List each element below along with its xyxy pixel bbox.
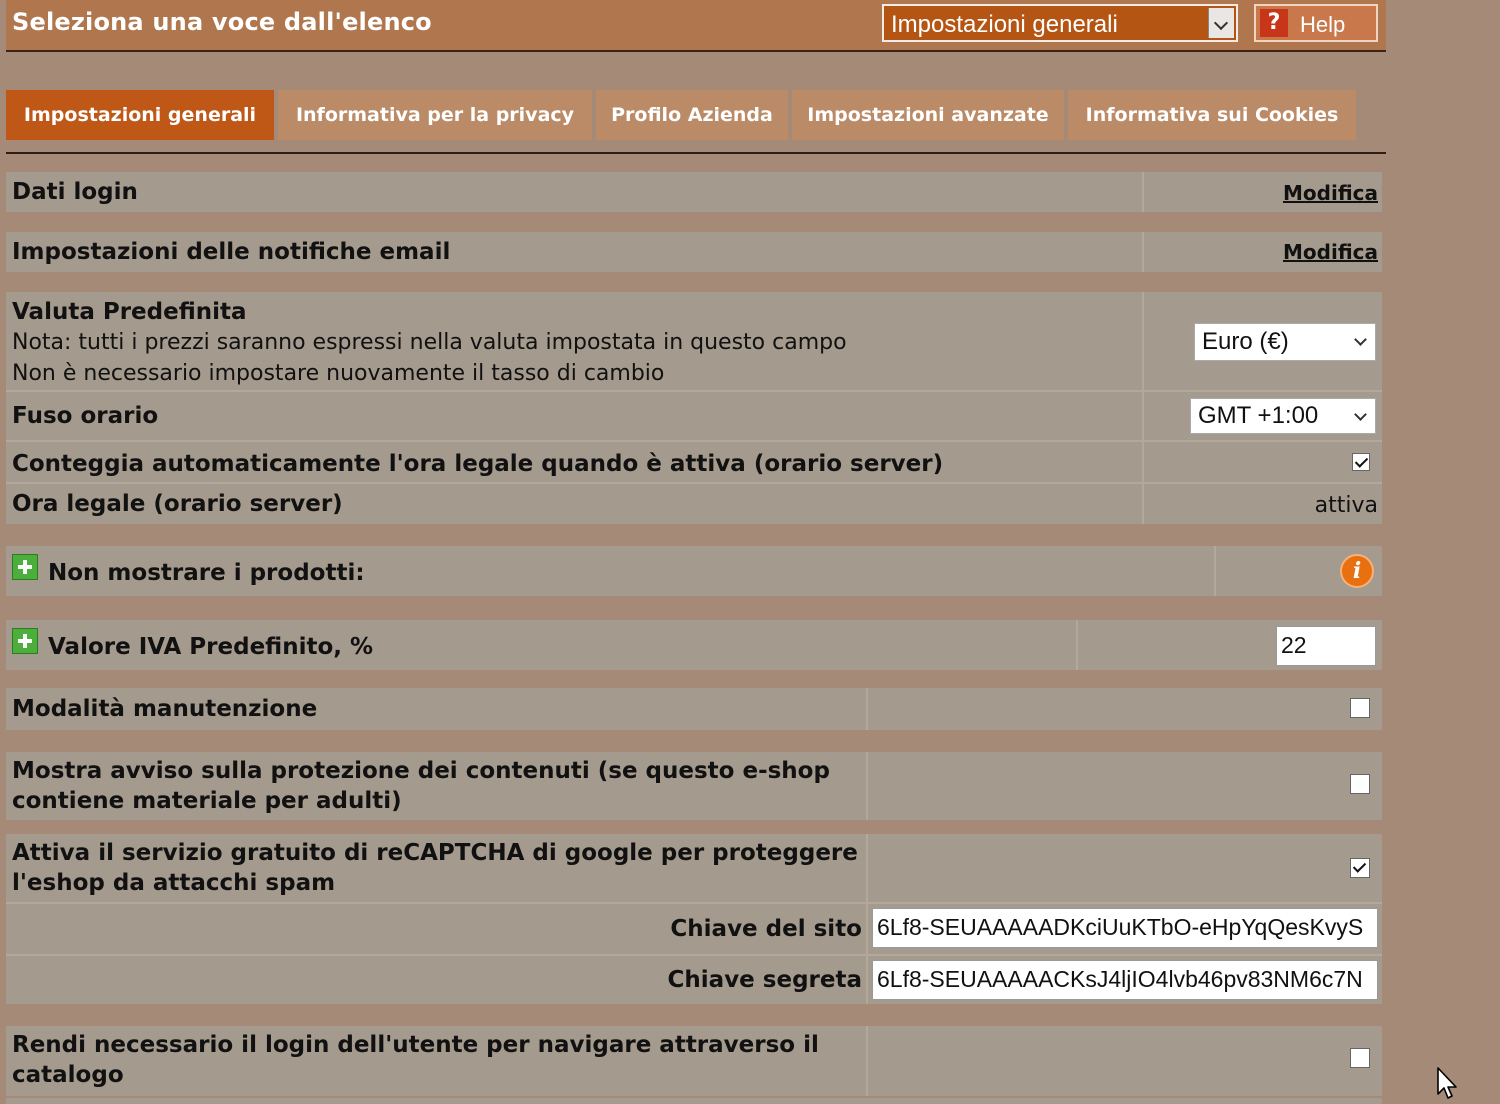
dst-status-value: attiva xyxy=(1314,493,1378,518)
row-divider xyxy=(1142,172,1144,212)
email-notifications-modifica-link[interactable]: Modifica xyxy=(1283,240,1378,264)
row-divider xyxy=(1142,232,1144,272)
maintenance-label: Modalità manutenzione xyxy=(12,696,318,722)
row-separator xyxy=(6,902,1382,904)
expand-plus-icon[interactable] xyxy=(12,628,38,654)
row-separator xyxy=(6,482,1382,484)
timezone-select-value: GMT +1:00 xyxy=(1198,402,1319,429)
tab-informativa-privacy[interactable]: Informativa per la privacy xyxy=(278,90,592,140)
require-login-label-line2: catalogo xyxy=(12,1062,124,1088)
row-divider xyxy=(866,834,868,1004)
tabs-divider xyxy=(6,152,1386,154)
row-default-vat: Valore IVA Predefinito, % 22 xyxy=(6,620,1382,670)
row-hide-products: Non mostrare i prodotti: i xyxy=(6,546,1382,596)
row-next-partial xyxy=(6,1098,1382,1104)
chevron-down-icon xyxy=(1354,408,1367,421)
chevron-down-icon xyxy=(1354,333,1367,346)
currency-select-value: Euro (€) xyxy=(1202,328,1289,355)
mouse-cursor-icon xyxy=(1437,1067,1457,1099)
dst-status-label: Ora legale (orario server) xyxy=(12,491,343,517)
adult-warning-checkbox[interactable] xyxy=(1350,774,1370,794)
row-group-currency-time: Valuta Predefinita Nota: tutti i prezzi … xyxy=(6,292,1382,524)
default-currency-label: Valuta Predefinita xyxy=(12,299,247,325)
tab-informativa-cookies[interactable]: Informativa sui Cookies xyxy=(1068,90,1356,140)
row-separator xyxy=(6,390,1382,392)
info-icon[interactable]: i xyxy=(1340,554,1374,588)
default-vat-input[interactable]: 22 xyxy=(1276,626,1376,666)
login-data-label: Dati login xyxy=(12,179,138,205)
section-select[interactable]: Impostazioni generali xyxy=(882,4,1238,42)
row-divider xyxy=(866,688,868,730)
recaptcha-label-line2: l'eshop da attacchi spam xyxy=(12,870,336,896)
row-require-login: Rendi necessario il login dell'utente pe… xyxy=(6,1026,1382,1096)
currency-note-1: Nota: tutti i prezzi saranno espressi ne… xyxy=(12,330,847,355)
section-select-value: Impostazioni generali xyxy=(891,11,1118,38)
login-data-modifica-link[interactable]: Modifica xyxy=(1283,181,1378,205)
recaptcha-checkbox[interactable] xyxy=(1350,858,1370,878)
email-notifications-label: Impostazioni delle notifiche email xyxy=(12,239,451,265)
currency-select[interactable]: Euro (€) xyxy=(1194,323,1376,361)
timezone-label: Fuso orario xyxy=(12,403,159,429)
hide-products-label: Non mostrare i prodotti: xyxy=(48,560,365,586)
adult-warning-label-line1: Mostra avviso sulla protezione dei conte… xyxy=(12,758,830,784)
header-title: Seleziona una voce dall'elenco xyxy=(12,8,432,36)
expand-plus-icon[interactable] xyxy=(12,554,38,580)
maintenance-checkbox[interactable] xyxy=(1350,698,1370,718)
row-adult-warning: Mostra avviso sulla protezione dei conte… xyxy=(6,752,1382,820)
row-maintenance: Modalità manutenzione xyxy=(6,688,1382,730)
row-divider xyxy=(1142,292,1144,524)
row-divider xyxy=(866,752,868,820)
row-divider xyxy=(1076,620,1078,670)
row-divider xyxy=(1214,546,1216,596)
row-separator xyxy=(6,954,1382,956)
auto-dst-label: Conteggia automaticamente l'ora legale q… xyxy=(12,451,944,477)
require-login-checkbox[interactable] xyxy=(1350,1048,1370,1068)
tab-profilo-azienda[interactable]: Profilo Azienda xyxy=(596,90,788,140)
tab-impostazioni-generali[interactable]: Impostazioni generali xyxy=(6,90,274,140)
secret-key-label: Chiave segreta xyxy=(667,967,862,993)
row-separator xyxy=(6,440,1382,442)
require-login-label-line1: Rendi necessario il login dell'utente pe… xyxy=(12,1032,819,1058)
timezone-select[interactable]: GMT +1:00 xyxy=(1190,398,1376,434)
row-divider xyxy=(866,1026,868,1096)
currency-note-2: Non è necessario impostare nuovamente il… xyxy=(12,361,665,386)
secret-key-input[interactable]: 6Lf8-SEUAAAAACKsJ4ljIO4lvb46pv83NM6c7N xyxy=(872,960,1378,1000)
help-button[interactable]: ? Help xyxy=(1254,4,1378,42)
row-email-notifications: Impostazioni delle notifiche email Modif… xyxy=(6,232,1382,272)
recaptcha-label-line1: Attiva il servizio gratuito di reCAPTCHA… xyxy=(12,840,858,866)
adult-warning-label-line2: contiene materiale per adulti) xyxy=(12,788,402,814)
tab-impostazioni-avanzate[interactable]: Impostazioni avanzate xyxy=(792,90,1064,140)
row-login-data: Dati login Modifica xyxy=(6,172,1382,212)
help-label: Help xyxy=(1300,12,1346,37)
site-key-input[interactable]: 6Lf8-SEUAAAAADKciUuKTbO-eHpYqQesKvyS xyxy=(872,908,1378,948)
default-vat-label: Valore IVA Predefinito, % xyxy=(48,634,374,660)
header-bar: Seleziona una voce dall'elenco Impostazi… xyxy=(6,0,1386,52)
question-mark-icon: ? xyxy=(1260,9,1288,37)
auto-dst-checkbox[interactable] xyxy=(1352,453,1370,471)
row-recaptcha: Attiva il servizio gratuito di reCAPTCHA… xyxy=(6,834,1382,1004)
site-key-label: Chiave del sito xyxy=(670,916,862,942)
chevron-down-icon[interactable] xyxy=(1208,8,1234,38)
